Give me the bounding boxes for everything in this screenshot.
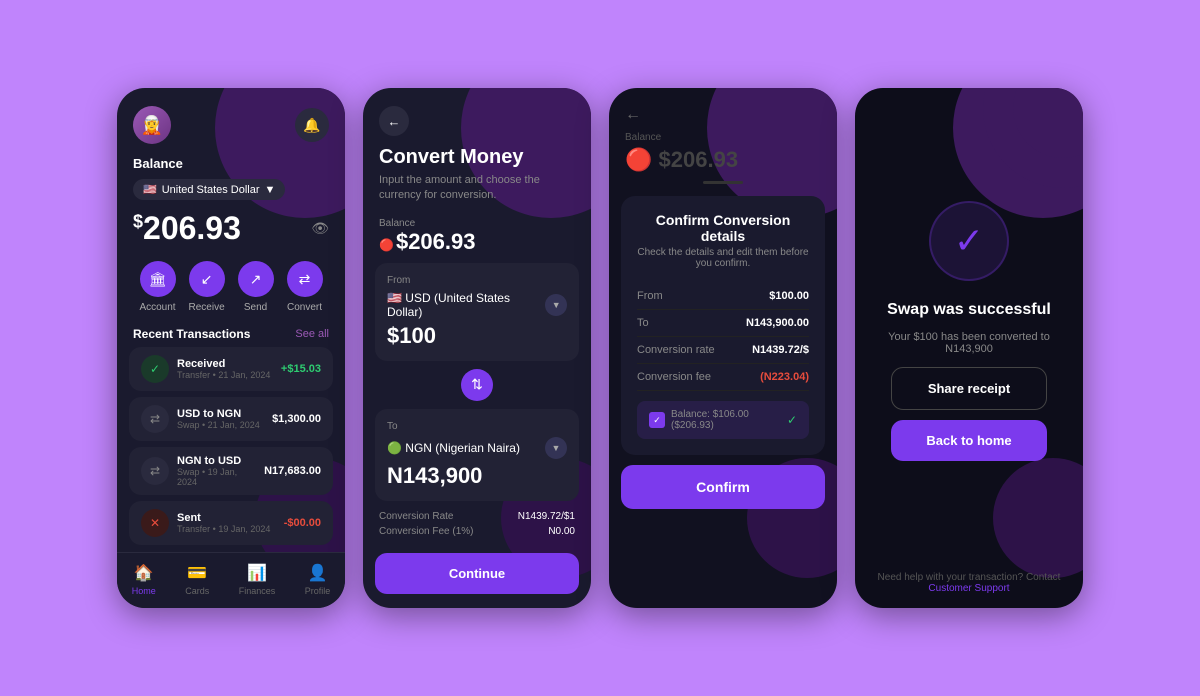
divider: [703, 181, 743, 184]
page-title: Convert Money: [379, 146, 575, 169]
hide-balance-icon[interactable]: 👁: [311, 220, 329, 237]
swap-icon: ⇄: [141, 405, 169, 433]
phone-2-convert: ← Convert Money Input the amount and cho…: [363, 88, 591, 608]
balance-mini-amount: 🔴$206.93: [379, 229, 575, 255]
confirm-subtitle: Check the details and edit them before y…: [637, 247, 809, 269]
user-avatar: 🧝: [133, 106, 171, 144]
phone-3-confirm: ← Balance 🔴 $206.93 Confirm Conversion d…: [609, 88, 837, 608]
balance-mini-label: Balance: [379, 218, 575, 229]
notification-button[interactable]: 🔔: [295, 108, 329, 142]
from-currency-dropdown[interactable]: ▼: [545, 294, 567, 316]
conversion-rate-label: Conversion Rate: [379, 511, 453, 522]
confirm-rate-row: Conversion rate N1439.72/$: [637, 337, 809, 364]
conversion-fee-label: Conversion Fee (1%): [379, 526, 473, 537]
nav-cards[interactable]: 💳 Cards: [185, 563, 209, 596]
sent-icon: ✕: [141, 509, 169, 537]
table-row[interactable]: ✕ Sent Transfer • 19 Jan, 2024 -$00.00: [129, 501, 333, 545]
conversion-rate-value: N1439.72/$1: [518, 511, 575, 522]
to-currency-name: 🟢 NGN (Nigerian Naira): [387, 441, 520, 455]
currency-selector[interactable]: 🇺🇸 United States Dollar ▼: [133, 179, 285, 200]
to-currency-dropdown[interactable]: ▼: [545, 437, 567, 459]
balance-check-text: Balance: $106.00 ($206.93): [671, 409, 781, 431]
balance-check-row: ✓ Balance: $106.00 ($206.93) ✓: [637, 401, 809, 439]
back-button[interactable]: ←: [625, 106, 821, 124]
nav-profile[interactable]: 👤 Profile: [305, 563, 331, 596]
table-row[interactable]: ⇄ NGN to USD Swap • 19 Jan, 2024 N17,683…: [129, 447, 333, 495]
account-button[interactable]: 🏛 Account: [139, 261, 175, 313]
confirm-fee-row: Conversion fee (N223.04): [637, 364, 809, 391]
swap-currencies-button[interactable]: ⇅: [461, 369, 493, 401]
checkmark-icon: ✓: [954, 220, 984, 262]
balance-mini-amount: 🔴 $206.93: [609, 145, 837, 181]
confirm-details-box: Confirm Conversion details Check the det…: [621, 196, 825, 455]
success-circle: ✓: [929, 201, 1009, 281]
transactions-list: ✓ Received Transfer • 21 Jan, 2024 +$15.…: [117, 347, 345, 552]
phone-1-home: 🧝 🔔 Balance 🇺🇸 United States Dollar ▼ $2…: [117, 88, 345, 608]
check-icon: ✓: [787, 413, 797, 427]
customer-support-link[interactable]: Customer Support: [928, 583, 1009, 594]
from-amount[interactable]: $100: [387, 323, 567, 349]
see-all-link[interactable]: See all: [295, 328, 329, 340]
received-icon: ✓: [141, 355, 169, 383]
page-subtitle: Input the amount and choose the currency…: [363, 173, 591, 214]
back-to-home-button[interactable]: Back to home: [891, 420, 1047, 461]
bottom-navigation: 🏠 Home 💳 Cards 📊 Finances 👤 Profile: [117, 552, 345, 608]
confirm-from-row: From $100.00: [637, 283, 809, 310]
balance-label: Balance: [117, 152, 345, 175]
balance-amount: $206.93: [133, 210, 241, 247]
to-currency-box: To 🟢 NGN (Nigerian Naira) ▼ N143,900: [375, 409, 579, 501]
phone-4-success: ✓ Swap was successful Your $100 has been…: [855, 88, 1083, 608]
continue-button[interactable]: Continue: [375, 553, 579, 594]
table-row[interactable]: ✓ Received Transfer • 21 Jan, 2024 +$15.…: [129, 347, 333, 391]
confirm-button[interactable]: Confirm: [621, 465, 825, 509]
swap-icon: ⇄: [141, 457, 169, 485]
back-button[interactable]: ←: [379, 106, 409, 136]
balance-mini-label: Balance: [609, 130, 837, 145]
to-amount: N143,900: [387, 463, 567, 489]
send-button[interactable]: ↗ Send: [238, 261, 274, 313]
nav-finances[interactable]: 📊 Finances: [239, 563, 276, 596]
checkbox[interactable]: ✓: [649, 412, 665, 428]
success-title: Swap was successful: [887, 301, 1051, 319]
recent-transactions-label: Recent Transactions: [133, 327, 250, 341]
confirm-title: Confirm Conversion details: [637, 212, 809, 244]
share-receipt-button[interactable]: Share receipt: [891, 367, 1047, 410]
table-row[interactable]: ⇄ USD to NGN Swap • 21 Jan, 2024 $1,300.…: [129, 397, 333, 441]
convert-button[interactable]: ⇄ Convert: [287, 261, 323, 313]
confirm-to-row: To N143,900.00: [637, 310, 809, 337]
currency-name: United States Dollar: [162, 184, 260, 196]
success-subtitle: Your $100 has been converted to N143,900: [875, 331, 1063, 355]
from-currency-name: 🇺🇸 USD (United States Dollar): [387, 291, 545, 319]
help-text: Need help with your transaction? Contact…: [855, 564, 1083, 608]
conversion-fee-value: N0.00: [548, 526, 575, 537]
receive-button[interactable]: ↙ Receive: [189, 261, 225, 313]
from-currency-box: From 🇺🇸 USD (United States Dollar) ▼ $10…: [375, 263, 579, 361]
nav-home[interactable]: 🏠 Home: [132, 563, 156, 596]
